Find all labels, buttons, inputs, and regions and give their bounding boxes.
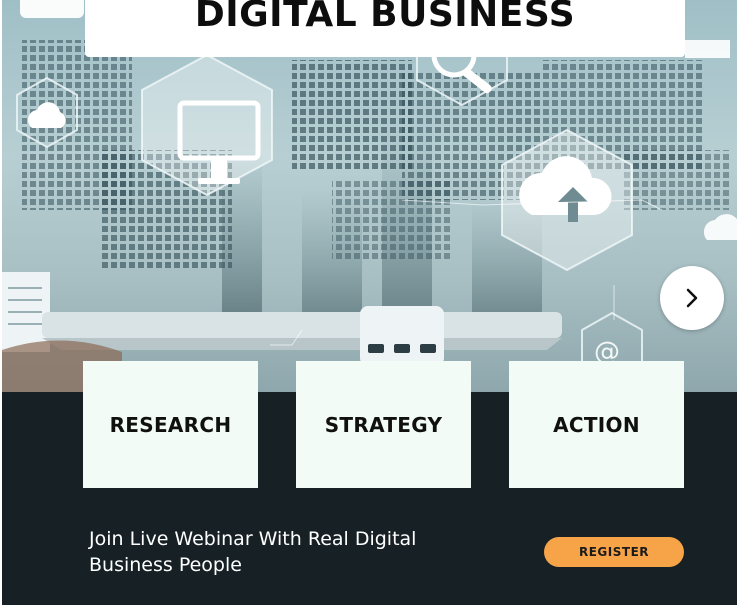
card-research-label: RESEARCH bbox=[109, 412, 232, 437]
webinar-line-1: Join Live Webinar With Real Digital bbox=[89, 528, 417, 550]
digital-network-illustration: @ bbox=[2, 3, 737, 392]
register-button[interactable]: REGISTER bbox=[544, 537, 684, 567]
card-strategy[interactable]: STRATEGY bbox=[296, 361, 471, 488]
chevron-right-icon bbox=[686, 288, 698, 308]
card-strategy-label: STRATEGY bbox=[324, 412, 443, 437]
page-title: DIGITAL BUSINESS bbox=[194, 0, 576, 35]
carousel-next-button[interactable] bbox=[660, 266, 724, 330]
title-box: DIGITAL BUSINESS bbox=[85, 0, 685, 57]
card-research[interactable]: RESEARCH bbox=[83, 361, 258, 488]
card-action[interactable]: ACTION bbox=[509, 361, 684, 488]
hero-image: @ DIGITAL BUSINESS bbox=[2, 0, 737, 392]
webinar-text: Join Live Webinar With Real Digital Busi… bbox=[89, 526, 449, 578]
webinar-line-2: Business People bbox=[89, 554, 242, 576]
register-label: REGISTER bbox=[578, 545, 650, 559]
corner-tab bbox=[20, 0, 84, 18]
card-action-label: ACTION bbox=[553, 412, 640, 437]
